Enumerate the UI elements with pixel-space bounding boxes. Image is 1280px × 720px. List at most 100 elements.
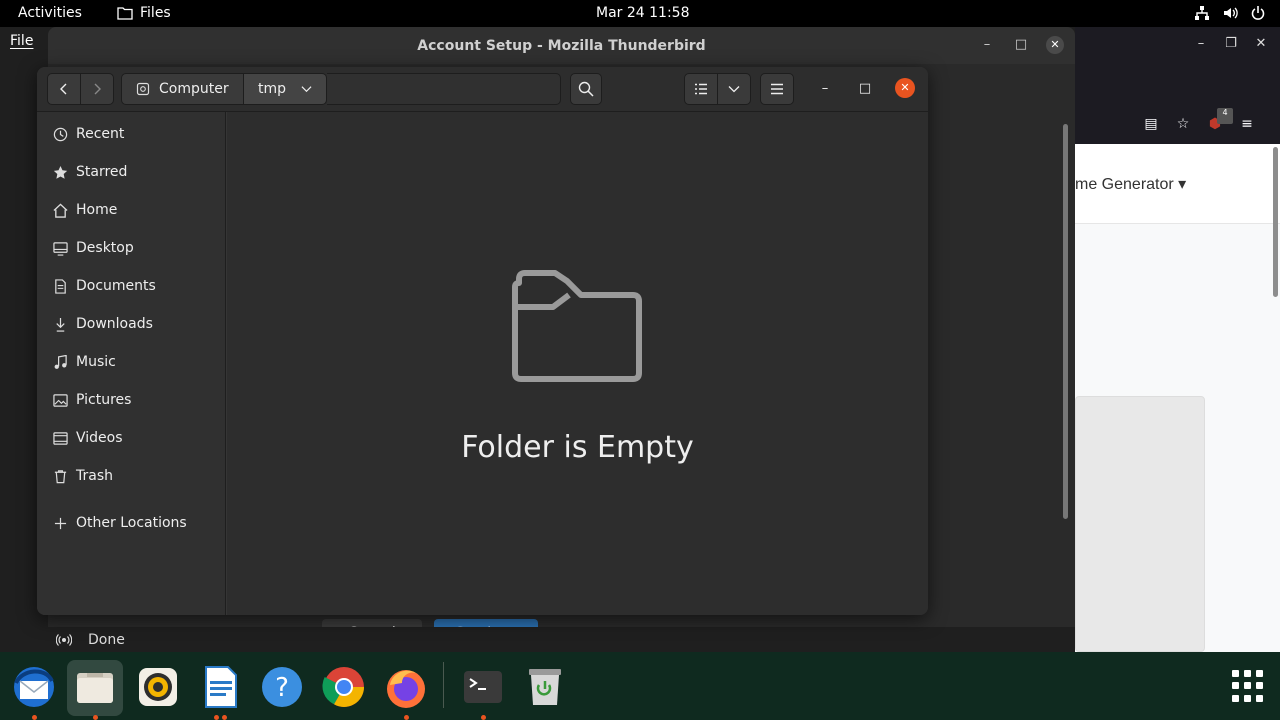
files-icon [77, 673, 113, 703]
dock: ? [0, 652, 1280, 720]
sidebar-item-label: Videos [76, 430, 123, 446]
status-text: Done [88, 631, 125, 648]
sidebar-item-desktop[interactable]: Desktop [37, 230, 226, 266]
running-indicator [222, 715, 227, 720]
sidebar-item-label: Music [76, 354, 116, 370]
dock-chrome[interactable] [316, 660, 372, 716]
path-bar-filler [327, 73, 561, 105]
running-indicator [93, 715, 98, 720]
menu-file[interactable]: File [10, 33, 33, 49]
download-icon [52, 316, 68, 332]
chevron-right-icon [94, 83, 101, 95]
minimize-icon[interactable]: – [978, 36, 996, 54]
terminal-icon [464, 671, 502, 703]
system-tray[interactable] [1194, 5, 1266, 21]
thunderbird-icon [14, 667, 54, 707]
dock-terminal[interactable] [455, 660, 511, 720]
activities-button[interactable]: Activities [18, 5, 82, 21]
sidebar-item-label: Downloads [76, 316, 153, 332]
desktop-icon [52, 240, 68, 256]
window-title: Account Setup - Mozilla Thunderbird [417, 38, 706, 54]
firefox-scrollbar[interactable] [1273, 147, 1278, 297]
list-view-icon [695, 83, 707, 95]
places-sidebar: Recent Starred Home Desktop Documents Do… [37, 112, 226, 615]
sidebar-item-label: Home [76, 202, 118, 218]
dock-trash[interactable] [517, 660, 573, 716]
maximize-icon[interactable]: □ [1012, 36, 1030, 54]
sidebar-item-starred[interactable]: Starred [37, 154, 226, 190]
sidebar-item-downloads[interactable]: Downloads [37, 306, 226, 342]
volume-icon[interactable] [1222, 5, 1238, 21]
view-options-button[interactable] [717, 73, 751, 105]
video-icon [52, 430, 68, 446]
maximize-icon[interactable]: □ [855, 79, 875, 99]
folder-icon [117, 7, 133, 20]
content-card [1075, 396, 1205, 652]
list-view-button[interactable] [684, 73, 718, 105]
sidebar-item-pictures[interactable]: Pictures [37, 382, 226, 418]
trash-icon [52, 468, 68, 484]
close-icon[interactable]: ✕ [1253, 36, 1269, 52]
top-bar: Activities Files Mar 24 11:58 [0, 0, 1280, 27]
path-bar: Computer tmp [121, 73, 327, 105]
sidebar-item-other-locations[interactable]: Other Locations [37, 505, 226, 541]
star-icon [52, 164, 68, 180]
firefox-titlebar: – ❐ ✕ [1075, 27, 1280, 63]
network-icon[interactable] [1194, 5, 1210, 21]
close-icon[interactable]: ✕ [895, 78, 915, 98]
ublock-icon[interactable]: ⬢ 4 [1207, 108, 1233, 132]
sidebar-item-label: Pictures [76, 392, 132, 408]
chevron-down-icon [728, 86, 740, 93]
maximize-icon[interactable]: ❐ [1223, 36, 1239, 52]
home-icon [52, 202, 68, 218]
reader-view-icon[interactable]: ▤ [1143, 116, 1159, 132]
dock-rhythmbox[interactable] [130, 660, 186, 716]
close-icon[interactable]: ✕ [1046, 36, 1064, 54]
bookmark-star-icon[interactable]: ☆ [1175, 116, 1191, 132]
running-indicator [481, 715, 486, 720]
svg-text:?: ? [275, 673, 289, 703]
dock-help[interactable]: ? [254, 660, 310, 716]
sidebar-item-recent[interactable]: Recent [37, 116, 226, 152]
app-menu-files[interactable]: Files [117, 5, 171, 21]
file-chooser-headerbar: Computer tmp – □ ✕ [37, 67, 928, 112]
chevron-left-icon [60, 83, 67, 95]
main-menu-button[interactable] [760, 73, 794, 105]
sidebar-item-music[interactable]: Music [37, 344, 226, 380]
sidebar-item-documents[interactable]: Documents [37, 268, 226, 304]
rhythmbox-icon [139, 668, 177, 706]
sidebar-item-label: Trash [76, 468, 113, 484]
clock[interactable]: Mar 24 11:58 [596, 5, 689, 21]
hamburger-menu-icon[interactable]: ≡ [1239, 116, 1255, 132]
account-setup-scrollbar[interactable] [1063, 124, 1068, 519]
minimize-icon[interactable]: – [1193, 36, 1209, 52]
document-icon [52, 278, 68, 294]
power-icon[interactable] [1250, 5, 1266, 21]
sidebar-item-label: Documents [76, 278, 156, 294]
pictures-icon [52, 392, 68, 408]
firefox-icon [387, 670, 425, 708]
path-tmp-button[interactable]: tmp [244, 73, 327, 105]
show-applications-icon[interactable] [1232, 670, 1264, 702]
dock-files[interactable] [67, 660, 123, 720]
path-computer-button[interactable]: Computer [121, 73, 244, 105]
sidebar-item-home[interactable]: Home [37, 192, 226, 228]
firefox-nav-toolbar: ▤ ☆ ⬢ 4 ≡ [1075, 105, 1280, 143]
connection-status-icon [56, 633, 72, 646]
dock-firefox[interactable] [378, 660, 434, 720]
dock-thunderbird[interactable] [6, 660, 62, 720]
dock-separator [443, 662, 444, 708]
forward-button[interactable] [80, 73, 114, 105]
file-list-area: Folder is Empty [227, 112, 928, 615]
search-button[interactable] [570, 73, 602, 105]
dock-libreoffice-writer[interactable] [192, 660, 248, 720]
sidebar-item-trash[interactable]: Trash [37, 458, 226, 494]
sidebar-item-videos[interactable]: Videos [37, 420, 226, 456]
status-bar: Done [48, 627, 1075, 652]
running-indicator [404, 715, 409, 720]
drive-icon [136, 82, 150, 96]
thunderbird-titlebar: Account Setup - Mozilla Thunderbird – □ … [48, 27, 1075, 64]
minimize-icon[interactable]: – [815, 79, 835, 99]
nav-dropdown[interactable]: me Generator ▾ [1075, 174, 1186, 194]
back-button[interactable] [47, 73, 81, 105]
